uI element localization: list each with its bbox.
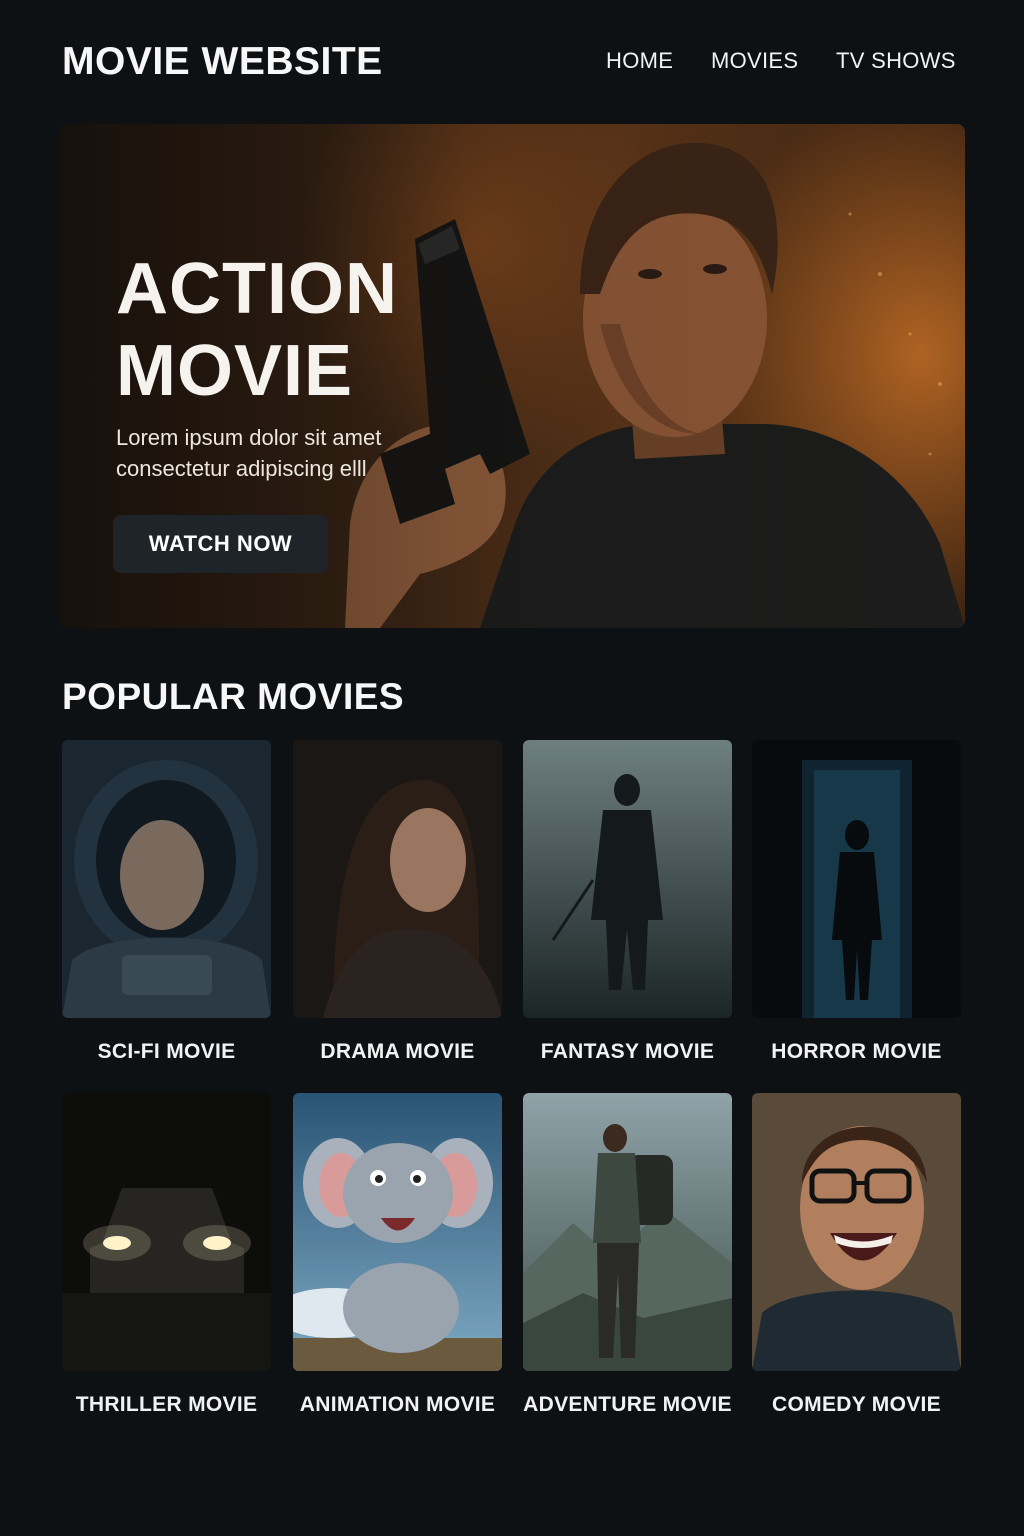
hero-title-line-1: ACTION bbox=[116, 249, 398, 329]
poster-image[interactable] bbox=[62, 740, 271, 1018]
main-nav: HOME MOVIES TV SHOWS bbox=[0, 48, 1024, 78]
movie-title[interactable]: HORROR MOVIE bbox=[752, 1040, 961, 1064]
nav-home[interactable]: HOME bbox=[606, 48, 673, 74]
poster-image[interactable] bbox=[62, 1093, 271, 1371]
poster-image[interactable] bbox=[752, 740, 961, 1018]
movie-title[interactable]: ANIMATION MOVIE bbox=[293, 1393, 502, 1417]
watch-now-button[interactable]: WATCH NOW bbox=[113, 515, 328, 573]
movie-title[interactable]: COMEDY MOVIE bbox=[752, 1393, 961, 1417]
movie-card-comedy[interactable]: COMEDY MOVIE bbox=[752, 1093, 961, 1417]
section-title: POPULAR MOVIES bbox=[62, 676, 405, 717]
movie-card-sci-fi[interactable]: SCI-FI MOVIE bbox=[62, 740, 271, 1064]
nav-tv-shows[interactable]: TV SHOWS bbox=[836, 48, 956, 74]
poster-image[interactable] bbox=[752, 1093, 961, 1371]
poster-image[interactable] bbox=[523, 740, 732, 1018]
movie-title[interactable]: THRILLER MOVIE bbox=[62, 1393, 271, 1417]
nav-movies[interactable]: MOVIES bbox=[711, 48, 798, 74]
movie-card-animation[interactable]: ANIMATION MOVIE bbox=[293, 1093, 502, 1417]
movie-card-horror[interactable]: HORROR MOVIE bbox=[752, 740, 961, 1064]
hero-description: Lorem ipsum dolor sit amet consectetur a… bbox=[116, 425, 382, 481]
site-header: MOVIE WEBSITE HOME MOVIES TV SHOWS bbox=[0, 0, 1024, 124]
hero-banner[interactable]: ACTION MOVIE Lorem ipsum dolor sit amet … bbox=[60, 124, 965, 628]
hero-title: ACTION MOVIE bbox=[116, 248, 476, 412]
hero-title-line-2: MOVIE bbox=[116, 331, 354, 411]
movie-title[interactable]: DRAMA MOVIE bbox=[293, 1040, 502, 1064]
poster-image[interactable] bbox=[523, 1093, 732, 1371]
movie-card-adventure[interactable]: ADVENTURE MOVIE bbox=[523, 1093, 732, 1417]
movie-card-drama[interactable]: DRAMA MOVIE bbox=[293, 740, 502, 1064]
movie-title[interactable]: ADVENTURE MOVIE bbox=[523, 1393, 732, 1417]
movie-title[interactable]: SCI-FI MOVIE bbox=[62, 1040, 271, 1064]
movie-title[interactable]: FANTASY MOVIE bbox=[523, 1040, 732, 1064]
poster-image[interactable] bbox=[293, 1093, 502, 1371]
movie-card-thriller[interactable]: THRILLER MOVIE bbox=[62, 1093, 271, 1417]
poster-image[interactable] bbox=[293, 740, 502, 1018]
movie-card-fantasy[interactable]: FANTASY MOVIE bbox=[523, 740, 732, 1064]
